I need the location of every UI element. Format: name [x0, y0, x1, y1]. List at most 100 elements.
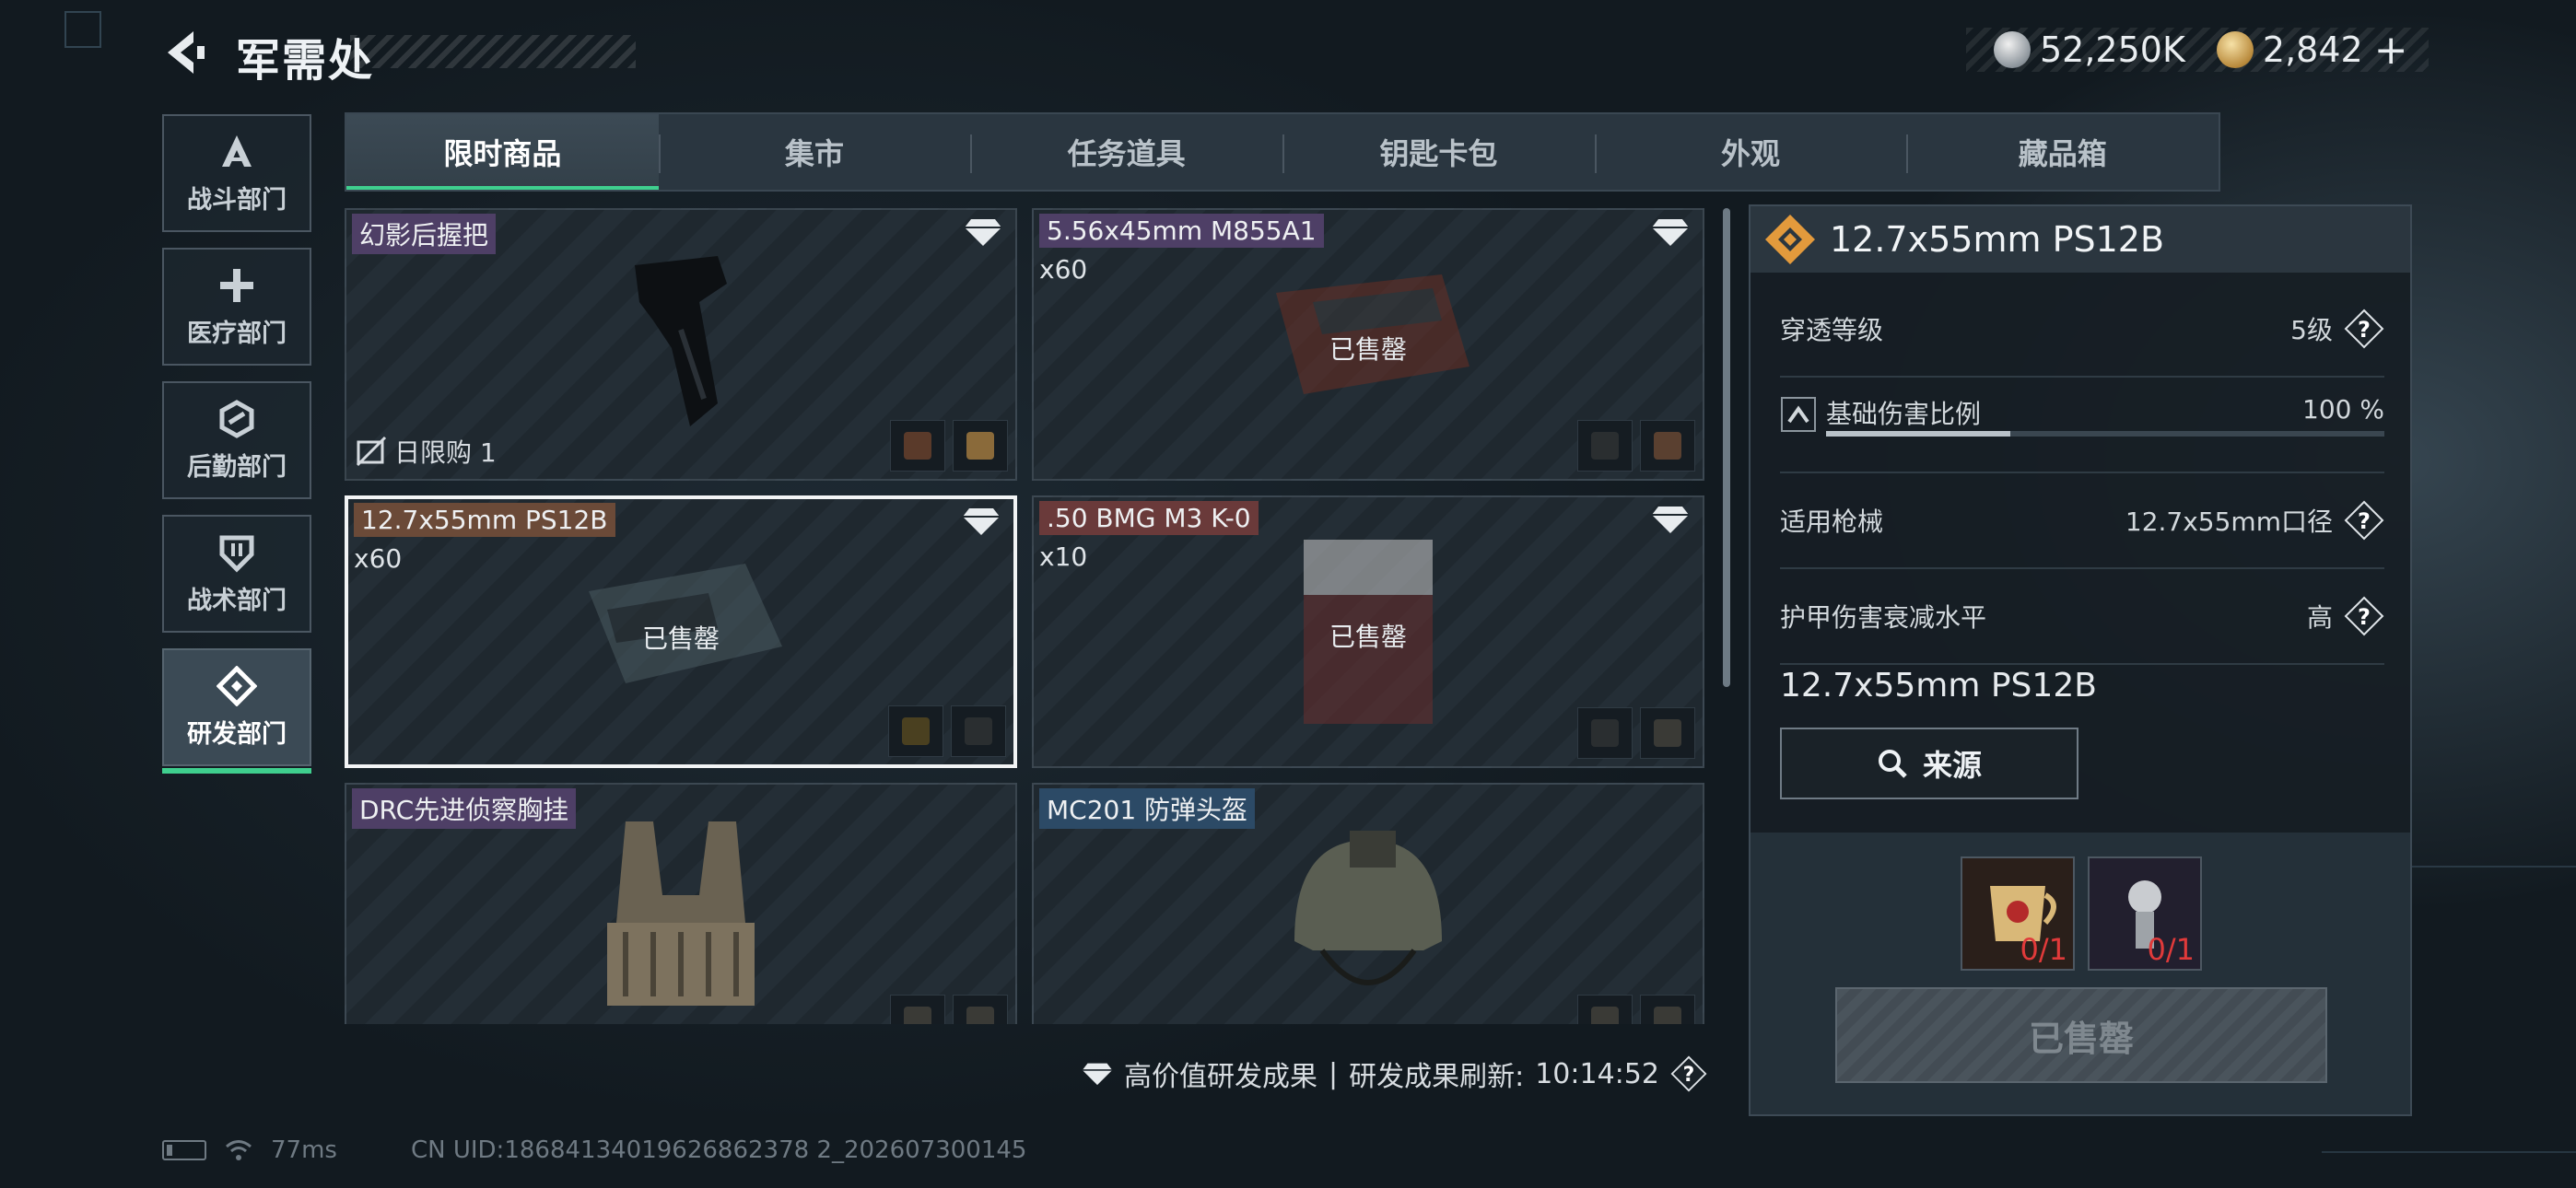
tactical-shield-icon	[219, 535, 254, 573]
grip-image	[635, 256, 727, 426]
source-button-label: 来源	[1922, 748, 1982, 783]
silver-coin-icon	[1994, 31, 2031, 68]
sidebar-item-medical[interactable]: 医疗部门	[162, 248, 311, 366]
help-icon[interactable]: ?	[2344, 500, 2384, 541]
grid-scrollbar[interactable]	[1723, 208, 1730, 687]
high-value-diamond-icon	[1652, 219, 1689, 246]
help-icon[interactable]: ?	[1670, 1055, 1707, 1092]
slot-icon	[953, 420, 1008, 472]
high-value-diamond-icon	[963, 508, 1000, 535]
sidebar-item-tactical[interactable]: 战术部门	[162, 515, 311, 633]
slot-icon	[888, 705, 943, 757]
stat-value: 5级	[2290, 315, 2333, 345]
slot-icon	[1640, 707, 1695, 759]
detail-item-name: 12.7x55mm PS12B	[1780, 667, 2097, 705]
limit-icon	[356, 436, 387, 467]
ping-value: 77ms	[271, 1136, 337, 1164]
back-arrow-icon	[168, 31, 205, 74]
tab-quest-items[interactable]: 任务道具	[970, 114, 1282, 190]
tab-collection-box[interactable]: 藏品箱	[1906, 114, 2219, 190]
help-icon[interactable]: ?	[2344, 596, 2384, 636]
stat-value: 高	[2306, 602, 2333, 633]
buy-button-sold-out[interactable]: 已售罄	[1835, 987, 2327, 1083]
search-icon	[1878, 750, 1907, 778]
source-button[interactable]: 来源	[1780, 728, 2078, 799]
logistics-icon	[219, 399, 254, 438]
title-decoration	[350, 35, 636, 68]
item-card-50bmg[interactable]: .50 BMG M3 K-0 x10 已售罄	[1032, 495, 1704, 768]
currency-bar: 52,250K 2,842 +	[1966, 27, 2429, 74]
silver-balance: 52,250K	[2040, 29, 2185, 70]
sidebar-item-research[interactable]: 研发部门	[162, 648, 311, 774]
tab-market[interactable]: 集市	[658, 114, 971, 190]
tab-limited-goods[interactable]: 限时商品	[346, 114, 659, 190]
svg-text:?: ?	[2358, 604, 2371, 630]
stat-label: 护甲伤害衰减水平	[1780, 602, 1987, 633]
item-card-chest-rig[interactable]: DRC先进侦察胸挂	[345, 783, 1017, 1024]
battery-icon	[162, 1140, 206, 1160]
stat-applicable-guns: 适用枪械 12.7x55mm口径 ?	[1780, 473, 2384, 569]
help-icon[interactable]: ?	[2344, 309, 2384, 349]
item-card-556[interactable]: 5.56x45mm M855A1 x60 已售罄	[1032, 208, 1704, 481]
sidebar-item-label: 研发部门	[187, 719, 287, 749]
purchase-section: 0/1 0/1 已售罄	[1751, 833, 2410, 1114]
tab-bar: 限时商品 集市 任务道具 钥匙卡包 外观 藏品箱	[345, 112, 2220, 192]
gold-balance: 2,842	[2262, 29, 2363, 70]
item-name-tag: 幻影后握把	[352, 214, 497, 254]
slot-icon	[890, 995, 945, 1024]
item-rarity-icon	[1765, 215, 1815, 264]
stat-armor-damage-decay: 护甲伤害衰减水平 高 ?	[1780, 569, 2384, 665]
legend-separator: |	[1329, 1057, 1339, 1090]
item-quantity: x60	[1039, 254, 1088, 285]
back-button[interactable]	[162, 28, 208, 77]
research-legend: 高价值研发成果 | 研发成果刷新: 10:14:52 ?	[1082, 1054, 1707, 1094]
material-slot[interactable]: 0/1	[1961, 856, 2075, 971]
chest-rig-image	[607, 821, 755, 1006]
purchase-limit: 日限购 1	[356, 433, 497, 470]
research-icon	[217, 665, 257, 706]
gold-coin-icon	[2216, 31, 2254, 68]
svg-text:?: ?	[2358, 317, 2371, 343]
attachment-slots	[1577, 707, 1695, 759]
item-name-tag: MC201 防弹头盔	[1039, 788, 1256, 829]
item-card-helmet[interactable]: MC201 防弹头盔	[1032, 783, 1704, 1024]
sidebar-item-label: 战术部门	[187, 586, 287, 615]
item-quantity: x10	[1039, 542, 1088, 572]
item-quantity: x60	[354, 543, 403, 574]
material-slot[interactable]: 0/1	[2088, 856, 2202, 971]
material-count: 0/1	[2147, 932, 2195, 967]
medical-cross-icon	[220, 268, 253, 302]
detail-header: 12.7x55mm PS12B	[1751, 206, 2410, 273]
attachment-slots	[888, 705, 1006, 757]
high-value-diamond-icon	[1082, 1063, 1113, 1086]
attachment-slots	[1577, 420, 1695, 472]
item-detail-panel: 12.7x55mm PS12B 穿透等级 5级 ? 基础伤害比例 100 % 适…	[1749, 204, 2412, 1116]
stat-label: 基础伤害比例	[1826, 399, 1982, 429]
sidebar-item-logistics[interactable]: 后勤部门	[162, 381, 311, 499]
item-card-127[interactable]: 12.7x55mm PS12B x60 已售罄	[345, 495, 1017, 768]
sidebar-item-combat[interactable]: 战斗部门	[162, 114, 311, 232]
status-bar: 77ms CN UID:18684134019626862378 2_20260…	[162, 1136, 1026, 1164]
svg-text:?: ?	[1683, 1064, 1695, 1087]
slot-icon	[1577, 707, 1633, 759]
item-name-tag: DRC先进侦察胸挂	[352, 788, 577, 829]
stat-label: 穿透等级	[1780, 315, 1884, 345]
damage-ratio-fill	[1826, 431, 2010, 437]
sidebar-item-label: 后勤部门	[187, 452, 287, 482]
stat-label: 适用枪械	[1780, 507, 1884, 537]
helmet-image	[1294, 831, 1442, 985]
sold-out-label: 已售罄	[641, 623, 720, 654]
detail-title: 12.7x55mm PS12B	[1830, 219, 2165, 260]
high-value-diamond-icon	[1652, 507, 1689, 533]
add-currency-button[interactable]: +	[2374, 27, 2408, 74]
slot-icon	[951, 705, 1006, 757]
tab-appearance[interactable]: 外观	[1594, 114, 1907, 190]
tab-key-cards[interactable]: 钥匙卡包	[1282, 114, 1595, 190]
combat-icon	[222, 134, 252, 167]
legend-text: 高价值研发成果	[1124, 1061, 1317, 1093]
item-card-grip[interactable]: 幻影后握把 日限购 1	[345, 208, 1017, 481]
item-name-tag: 12.7x55mm PS12B	[354, 503, 615, 537]
material-count: 0/1	[2020, 932, 2068, 967]
stat-value: 100 %	[2302, 394, 2384, 425]
refresh-label: 研发成果刷新:	[1349, 1061, 1525, 1093]
